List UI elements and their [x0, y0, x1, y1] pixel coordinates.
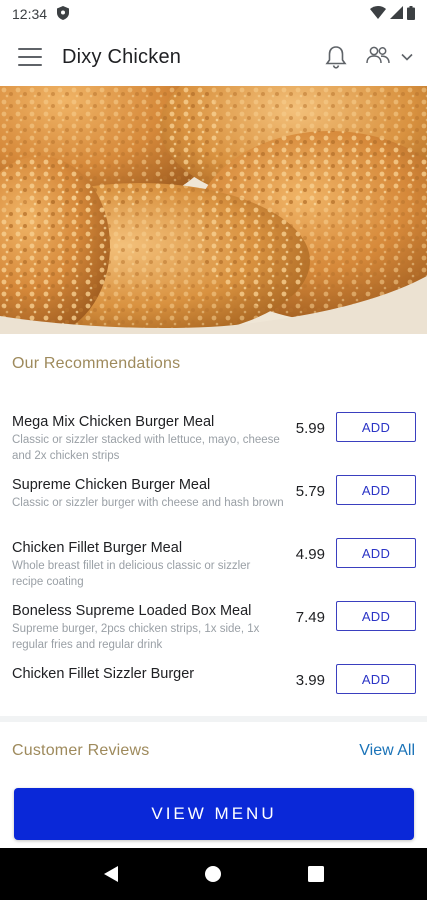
view-menu-button[interactable]: VIEW MENU: [14, 788, 414, 840]
recommendations-title: Our Recommendations: [12, 355, 181, 372]
system-nav-bar: [0, 848, 427, 900]
item-price: 3.99: [295, 672, 325, 689]
item-description: Whole breast fillet in delicious classic…: [12, 560, 251, 588]
reviews-title: Customer Reviews: [12, 742, 150, 759]
chevron-down-icon: [401, 48, 413, 66]
item-name: Mega Mix Chicken Burger Meal: [12, 414, 215, 430]
list-item: Chicken Fillet Burger Meal Whole breast …: [0, 536, 427, 599]
list-item: Boneless Supreme Loaded Box Meal Supreme…: [0, 599, 427, 662]
list-item: Mega Mix Chicken Burger Meal Classic or …: [0, 410, 427, 473]
recents-icon[interactable]: [296, 854, 336, 894]
status-icons: [370, 5, 415, 23]
item-price: 5.99: [295, 420, 325, 437]
status-time: 12:34: [12, 6, 48, 22]
recommendations-list: Mega Mix Chicken Burger Meal Classic or …: [0, 410, 427, 725]
item-name: Boneless Supreme Loaded Box Meal: [12, 603, 252, 619]
status-bar: 12:34: [0, 0, 427, 28]
item-description: Supreme burger, 2pcs chicken strips, 1x …: [12, 623, 260, 651]
shield-icon: [57, 5, 70, 23]
item-name: Chicken Fillet Burger Meal: [12, 540, 183, 556]
app-actions: [325, 45, 413, 70]
section-divider: [0, 716, 427, 722]
battery-icon: [407, 5, 415, 23]
item-price: 5.79: [295, 483, 325, 500]
cellular-icon: [390, 6, 403, 22]
wifi-icon: [370, 6, 386, 22]
bell-icon[interactable]: [325, 45, 347, 69]
page-title: Dixy Chicken: [62, 45, 182, 68]
add-button[interactable]: ADD: [336, 475, 416, 505]
add-button[interactable]: ADD: [336, 601, 416, 631]
item-price: 7.49: [295, 609, 325, 626]
item-name: Supreme Chicken Burger Meal: [12, 477, 211, 493]
home-icon[interactable]: [193, 854, 233, 894]
back-icon[interactable]: [91, 854, 131, 894]
list-item: Supreme Chicken Burger Meal Classic or s…: [0, 473, 427, 536]
app-bar: Dixy Chicken: [0, 28, 427, 86]
menu-icon[interactable]: [18, 48, 42, 66]
item-name: Chicken Fillet Sizzler Burger: [12, 666, 195, 682]
item-price: 4.99: [295, 546, 325, 563]
add-button[interactable]: ADD: [336, 538, 416, 568]
account-switcher[interactable]: [365, 45, 413, 70]
item-description: Classic or sizzler burger with cheese an…: [12, 497, 284, 509]
group-icon: [365, 45, 391, 70]
add-button[interactable]: ADD: [336, 412, 416, 442]
add-button[interactable]: ADD: [336, 664, 416, 694]
item-description: Classic or sizzler stacked with lettuce,…: [12, 434, 280, 462]
view-all-link[interactable]: View All: [359, 742, 415, 760]
hero-image: [0, 86, 427, 334]
